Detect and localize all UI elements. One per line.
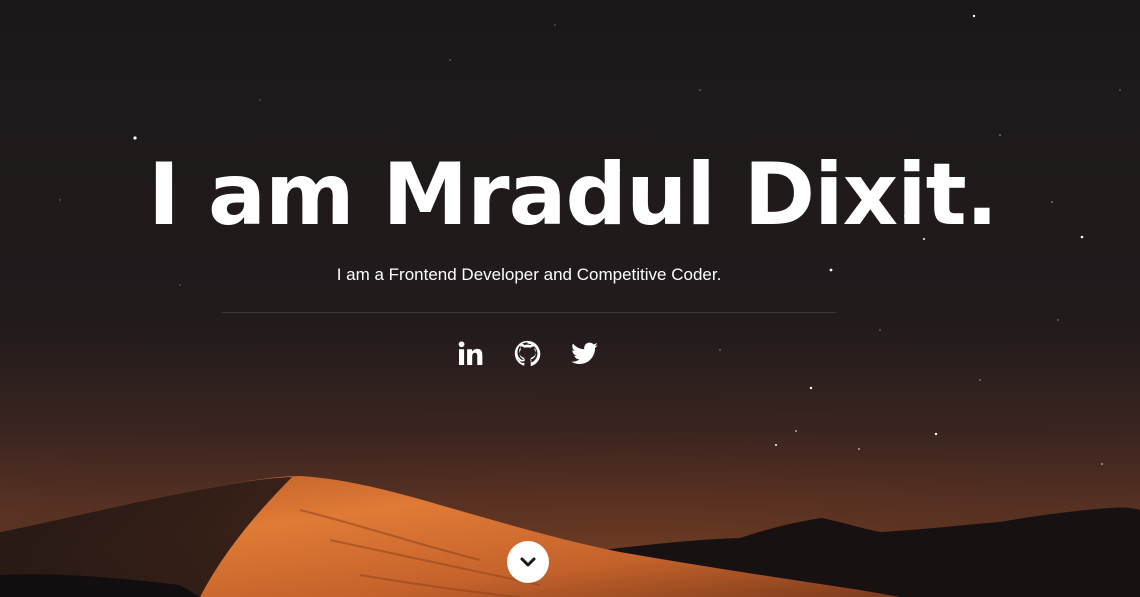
social-links xyxy=(456,339,599,368)
twitter-link[interactable] xyxy=(570,339,599,368)
hero-tagline: I am a Frontend Developer and Competitiv… xyxy=(336,265,722,284)
desert-night-background xyxy=(0,0,1140,597)
hero-divider xyxy=(222,312,836,313)
github-link[interactable] xyxy=(513,339,542,368)
chevron-down-icon xyxy=(520,557,536,567)
hero-section: I am Mradul Dixit. I am a Frontend Devel… xyxy=(0,0,1140,597)
twitter-icon xyxy=(571,342,598,365)
linkedin-icon xyxy=(458,341,483,365)
github-icon xyxy=(514,340,541,366)
scroll-down-button[interactable] xyxy=(507,541,549,583)
hero-headline: I am Mradul Dixit. xyxy=(148,145,998,245)
linkedin-link[interactable] xyxy=(456,339,485,368)
